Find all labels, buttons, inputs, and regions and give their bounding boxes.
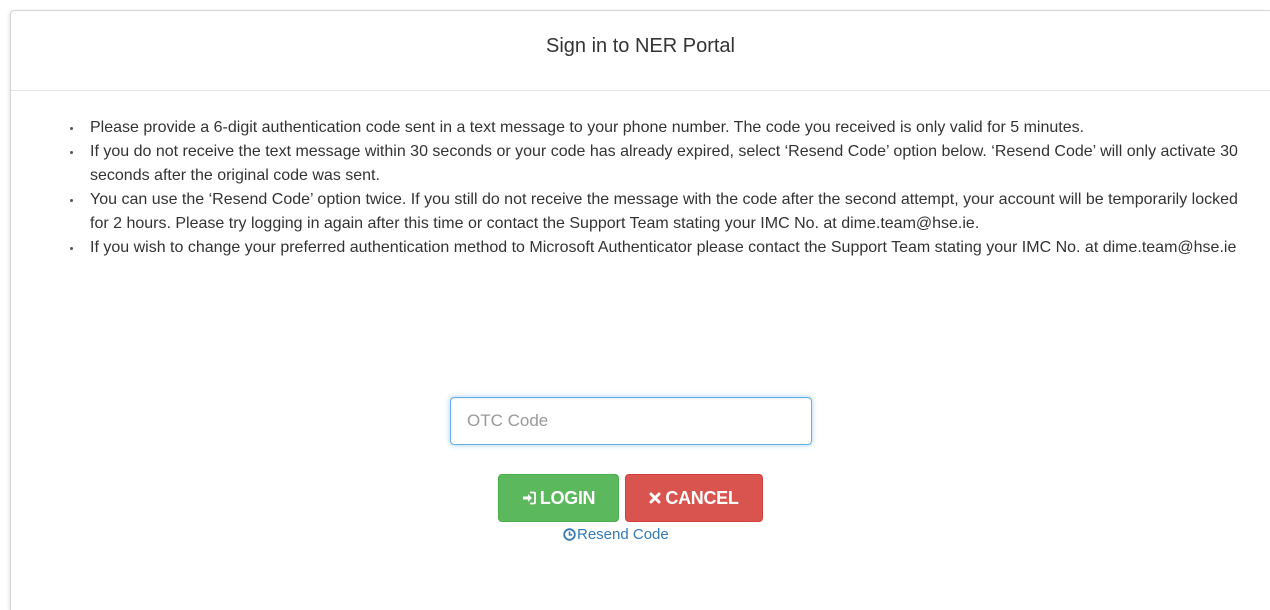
otc-field-wrapper: [450, 397, 812, 445]
action-buttons: LOGIN CANCEL: [498, 474, 763, 522]
instructions-list: Please provide a 6-digit authentication …: [11, 91, 1270, 260]
page-title: Sign in to NER Portal: [546, 35, 735, 57]
login-button[interactable]: LOGIN: [498, 474, 619, 522]
resend-code-label: Resend Code: [577, 526, 669, 543]
otc-code-input[interactable]: [450, 397, 812, 445]
login-label: LOGIN: [539, 487, 596, 508]
resend-code-link[interactable]: Resend Code: [563, 526, 669, 543]
cancel-button[interactable]: CANCEL: [625, 474, 763, 522]
clock-icon: [563, 528, 576, 541]
instruction-item: Please provide a 6-digit authentication …: [70, 116, 1250, 140]
sign-in-icon: [522, 491, 536, 505]
instruction-item: If you do not receive the text message w…: [70, 140, 1250, 188]
instruction-item: If you wish to change your preferred aut…: [70, 236, 1250, 260]
panel-header: Sign in to NER Portal: [11, 11, 1270, 91]
cancel-label: CANCEL: [665, 487, 739, 508]
close-icon: [649, 492, 661, 504]
instruction-item: You can use the ‘Resend Code’ option twi…: [70, 188, 1250, 236]
